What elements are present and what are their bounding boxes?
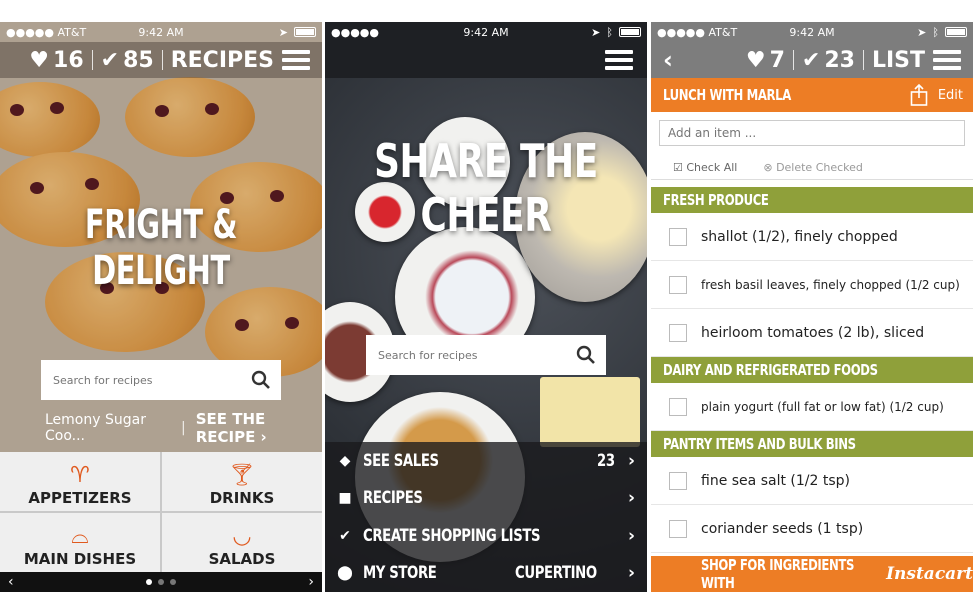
category-appetizers[interactable]: ♈ APPETIZERS [0,452,160,511]
shop-instacart-button[interactable]: SHOP FOR INGREDIENTS WITH Instacart [651,556,973,592]
menu-my-store[interactable]: ⬤ MY STORE CUPERTINO › [325,555,647,593]
list-item[interactable]: heirloom tomatoes (2 lb), sliced [651,309,973,357]
check-icon: ✔ [100,47,120,73]
chevron-left-icon[interactable]: ‹ [8,574,14,590]
section-header: PANTRY ITEMS AND BULK BINS [651,431,973,457]
clock: 9:42 AM [138,25,184,39]
battery-icon [619,27,641,37]
skewer-icon: ♈ [70,463,90,488]
favorites-count[interactable]: ♥ 16 [29,48,83,73]
shopping-list: FRESH PRODUCE shallot (1/2), finely chop… [651,187,973,553]
tag-icon: ◆ [339,452,351,469]
status-bar: ●●●●● 9:42 AM ➤ ᛒ [325,22,647,42]
home-menu-screen: ●●●●● 9:42 AM ➤ᛒ SHARE THE CHEER ◆SEE SA… [325,22,647,592]
instacart-logo: Instacart [886,564,973,584]
list-actions: ☑ Check All ⊗ Delete Checked [651,156,973,180]
list-header: LUNCH WITH MARLA Edit [651,78,973,112]
divider [862,50,864,70]
list-title: LUNCH WITH MARLA [663,86,791,104]
top-bar: ‹ ♥ 7 ✔ 23 LIST [651,42,973,78]
top-bar: ♥ 16 ✔ 85 RECIPES [0,42,322,78]
menu-icon[interactable] [282,50,310,70]
chevron-right-icon: › [627,525,635,546]
divider [161,50,163,70]
check-icon: ✔ [339,527,351,544]
menu-see-sales[interactable]: ◆ SEE SALES 23 › [325,442,647,480]
heart-icon: ♥ [29,47,50,73]
salad-bowl-icon: ◡ [232,524,252,549]
search-box[interactable] [366,335,606,375]
heart-icon: ♥ [745,47,766,73]
search-input[interactable] [378,348,538,362]
favorites-count[interactable]: ♥ 7 [746,48,785,73]
category-grid: ♈ APPETIZERS 🍸︎ DRINKS ⌓ MAIN DISHES ◡ SALAD… [0,452,322,572]
item-checkbox[interactable] [669,397,687,416]
search-input[interactable] [53,373,213,387]
menu-recipes[interactable]: ■ RECIPES › [325,480,647,518]
list-item[interactable]: shallot (1/2), finely chopped [651,213,973,261]
battery-icon [294,27,316,37]
main-menu: ◆ SEE SALES 23 › ■ RECIPES › ✔ CREATE SHOPPI… [325,442,647,592]
delete-checked-button[interactable]: ⊗ Delete Checked [763,161,863,174]
chef-hat-icon: ■ [338,490,352,507]
item-checkbox[interactable] [669,471,687,490]
clock: 9:42 AM [789,25,835,39]
cocktail-icon: 🍸︎ [228,463,256,488]
shopping-list-screen: ●●●●● AT&T 9:42 AM ➤ ᛒ ‹ ♥ 7 ✔ 23 LIST LUNC… [651,22,973,592]
list-item[interactable]: plain yogurt (full fat or low fat) (1/2 … [651,383,973,431]
chevron-right-icon[interactable]: › [308,574,314,590]
top-bar [325,42,647,78]
checked-count[interactable]: ✔ 23 [802,48,855,73]
add-item-input[interactable] [659,120,965,146]
menu-icon[interactable] [605,50,633,70]
search-icon[interactable] [576,345,596,365]
status-bar: ●●●●● AT&T 9:42 AM ➤ [0,22,322,42]
list-item[interactable]: fine sea salt (1/2 tsp) [651,457,973,505]
chevron-right-icon: › [627,450,635,471]
chevron-right-icon: › [627,563,635,584]
location-pin-icon: ⬤ [337,565,353,582]
section-header: FRESH PRODUCE [651,187,973,213]
search-icon[interactable] [251,370,271,390]
item-checkbox[interactable] [669,275,687,294]
page-dots [146,579,176,585]
check-all-button[interactable]: ☑ Check All [673,161,737,174]
cloche-icon: ⌓ [71,524,89,549]
search-box[interactable] [41,360,281,400]
check-icon: ✔ [801,47,821,73]
clock: 9:42 AM [463,25,509,39]
category-drinks[interactable]: 🍸︎ DRINKS [162,452,322,511]
edit-button[interactable]: Edit [938,88,963,103]
section-title: RECIPES [170,47,274,73]
section-header: DAIRY AND REFRIGERATED FOODS [651,357,973,383]
checked-count[interactable]: ✔ 85 [101,48,154,73]
chevron-right-icon: › [627,488,635,509]
list-item[interactable]: coriander seeds (1 tsp) [651,505,973,553]
share-icon[interactable] [910,84,928,106]
category-main-dishes[interactable]: ⌓ MAIN DISHES [0,513,160,572]
store-name: CUPERTINO [515,563,597,584]
category-salads[interactable]: ◡ SALADS [162,513,322,572]
battery-icon [945,27,967,37]
menu-icon[interactable] [933,50,961,70]
see-recipe-link[interactable]: SEE THE RECIPE › [196,410,322,446]
divider [792,50,794,70]
back-icon[interactable]: ‹ [663,46,673,74]
featured-recipe: Lemony Sugar Coo... | SEE THE RECIPE › [45,410,322,446]
section-title: LIST [871,47,925,73]
carousel-pager: ‹ › [0,572,322,592]
item-checkbox[interactable] [669,227,687,246]
status-bar: ●●●●● AT&T 9:42 AM ➤ ᛒ [651,22,973,42]
hero-title: FRIGHT & DELIGHT [84,202,238,294]
item-checkbox[interactable] [669,519,687,538]
hero-title: SHARE THE CHEER [374,134,598,242]
sales-count: 23 [597,450,615,471]
divider [91,50,93,70]
item-checkbox[interactable] [669,323,687,342]
list-item[interactable]: fresh basil leaves, finely chopped (1/2 … [651,261,973,309]
menu-create-shopping-lists[interactable]: ✔ CREATE SHOPPING LISTS › [325,517,647,555]
featured-recipe-name: Lemony Sugar Coo... [45,412,146,444]
recipes-home-screen: ●●●●● AT&T 9:42 AM ➤ ♥ 16 ✔ 85 RECIPES FRI… [0,22,322,592]
